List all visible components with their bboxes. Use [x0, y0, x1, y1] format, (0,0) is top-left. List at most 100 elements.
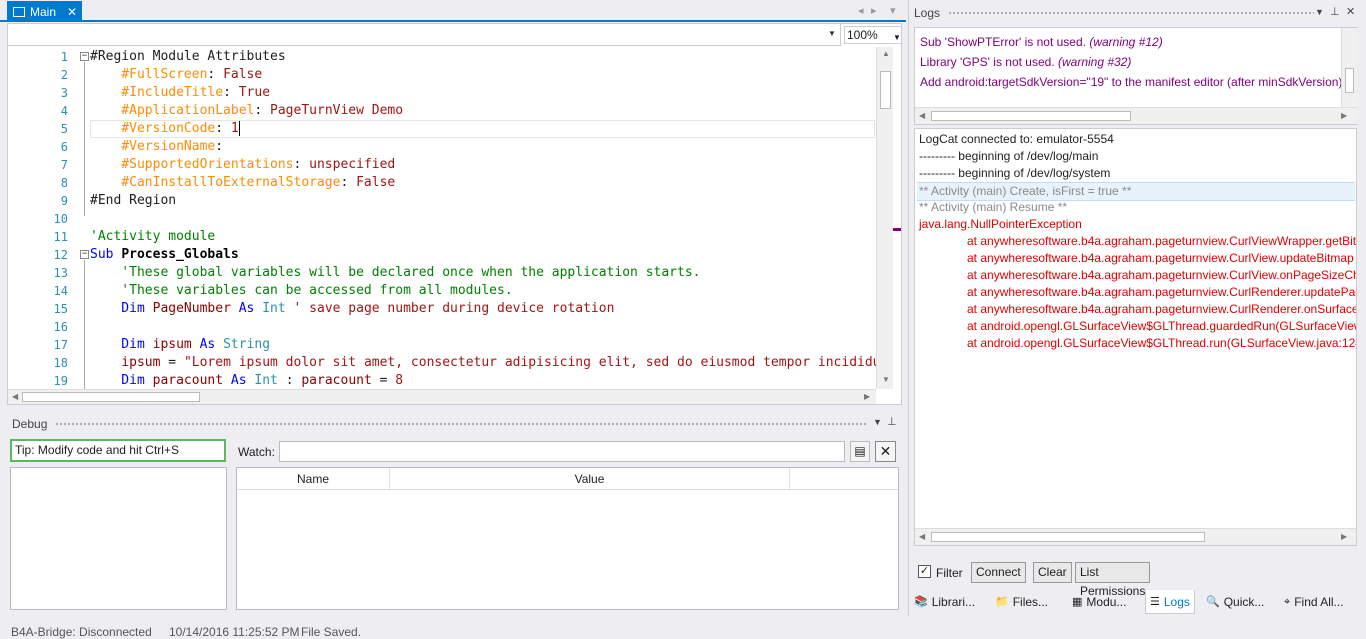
column-value[interactable]: Value [390, 468, 790, 490]
code-area[interactable]: 1− #Region Module Attributes 2 #FullScreen… [8, 47, 876, 389]
watch-input[interactable] [279, 441, 845, 462]
tab-label: Logs [1163, 595, 1190, 609]
logcat-line[interactable]: at anywheresoftware.b4a.agraham.pageturn… [967, 267, 1356, 284]
code-line[interactable]: 9 #End Region [8, 192, 876, 210]
panel-splitter[interactable] [908, 0, 909, 616]
chevron-down-icon[interactable]: ▼ [873, 417, 882, 427]
scroll-left-icon[interactable]: ◀ [919, 532, 925, 541]
column-name[interactable]: Name [237, 468, 390, 490]
logcat-list[interactable]: LogCat connected to: emulator-5554 ------… [914, 128, 1357, 546]
tab-scroll-left-icon[interactable]: ◂ [858, 4, 864, 17]
code-line[interactable]: 19 Dim paracount As Int : paracount = 8 [8, 372, 876, 389]
zoom-select[interactable]: 100% ▼ [844, 26, 902, 44]
code-line[interactable]: 7 #SupportedOrientations: unspecified [8, 156, 876, 174]
clear-logs-button[interactable]: Clear [1033, 562, 1072, 583]
warning-item[interactable]: Add android:targetSdkVersion="19" to the… [920, 75, 1345, 89]
code-line[interactable]: 13 'These global variables will be decla… [8, 264, 876, 282]
connect-button[interactable]: Connect [971, 562, 1026, 583]
warnings-horizontal-scrollbar[interactable]: ◀ ▶ [915, 107, 1357, 124]
calculator-button[interactable]: ▤ [850, 441, 870, 462]
scroll-thumb[interactable] [1345, 68, 1354, 93]
code-line[interactable]: 2 #FullScreen: False [8, 66, 876, 84]
scroll-thumb[interactable] [880, 71, 891, 109]
logcat-line[interactable]: --------- beginning of /dev/log/main [919, 148, 1098, 165]
logcat-line[interactable]: ** Activity (main) Resume ** [919, 199, 1067, 216]
logcat-horizontal-scrollbar[interactable]: ◀ ▶ [915, 528, 1356, 545]
editor-horizontal-scrollbar[interactable]: ◀ ▶ [8, 389, 876, 404]
code-line[interactable]: 5 #VersionCode: 1 [8, 120, 876, 138]
tab-dropdown-icon[interactable]: ▾ [890, 4, 896, 17]
logcat-line[interactable]: at anywheresoftware.b4a.agraham.pageturn… [967, 301, 1356, 318]
pin-icon[interactable]: ⊥ [1330, 5, 1340, 18]
logcat-line[interactable]: LogCat connected to: emulator-5554 [919, 131, 1114, 148]
code-line[interactable]: 11 'Activity module [8, 228, 876, 246]
scroll-left-icon[interactable]: ◀ [919, 111, 925, 120]
code-token: 'These variables can be accessed from al… [90, 283, 513, 298]
editor-vertical-scrollbar[interactable]: ▲ ▼ [876, 47, 893, 389]
logcat-line[interactable]: java.lang.NullPointerException [919, 216, 1082, 233]
logs-title: Logs [914, 6, 941, 20]
code-line[interactable]: 17 Dim ipsum As String [8, 336, 876, 354]
scroll-left-icon[interactable]: ◀ [12, 392, 18, 401]
tab-main[interactable]: Main ✕ [7, 1, 82, 22]
list-permissions-button[interactable]: List Permissions [1075, 562, 1151, 598]
scroll-right-icon[interactable]: ▶ [864, 392, 870, 401]
code-editor[interactable]: ▼ 100% ▼ 1− #Region Module Attributes 2 #F… [7, 23, 902, 405]
close-icon[interactable]: ✕ [67, 5, 77, 19]
pin-icon[interactable]: ⊥ [887, 415, 897, 428]
sub-selector-dropdown[interactable]: ▼ [8, 24, 841, 46]
logcat-line[interactable]: at android.opengl.GLSurfaceView$GLThread… [967, 335, 1356, 352]
tab-modules[interactable]: ▦ Modu... [1072, 590, 1126, 614]
code-line[interactable]: 18 ipsum = "Lorem ipsum dolor sit amet, … [8, 354, 876, 372]
tab-quick[interactable]: 🔍 Quick... [1206, 590, 1264, 614]
panel-grip[interactable] [948, 11, 1314, 16]
logcat-line[interactable]: at anywheresoftware.b4a.agraham.pageturn… [967, 284, 1356, 301]
warnings-vertical-scrollbar[interactable] [1341, 28, 1357, 107]
tab-files[interactable]: 📁 Files... [995, 590, 1048, 614]
code-token: "Lorem ipsum dolor sit amet, consectetur… [183, 355, 876, 370]
scroll-up-icon[interactable]: ▲ [882, 49, 890, 58]
code-token: Int [254, 373, 286, 388]
tab-logs[interactable]: ☰ Logs [1145, 590, 1195, 614]
code-line[interactable]: 3 #IncludeTitle: True [8, 84, 876, 102]
tab-libraries[interactable]: 📚 Librari... [914, 590, 975, 614]
fold-toggle-icon[interactable]: − [80, 250, 89, 259]
scroll-thumb[interactable] [931, 111, 1131, 121]
clear-watch-button[interactable]: ✕ [875, 441, 896, 462]
warning-item[interactable]: Library 'GPS' is not used. (warning #32) [920, 55, 1131, 69]
watch-table[interactable]: Name Value [236, 467, 899, 610]
scroll-down-icon[interactable]: ▼ [882, 375, 890, 384]
logcat-line[interactable]: at anywheresoftware.b4a.agraham.pageturn… [967, 250, 1354, 267]
panel-grip[interactable] [55, 422, 867, 427]
code-line[interactable]: 16 [8, 318, 876, 336]
scroll-right-icon[interactable]: ▶ [1341, 111, 1347, 120]
filter-checkbox[interactable]: ✓ [918, 565, 931, 578]
status-message: File Saved. [301, 625, 362, 639]
scroll-thumb[interactable] [22, 392, 200, 402]
line-number: 18 [53, 356, 68, 370]
code-line[interactable]: 6 #VersionName: [8, 138, 876, 156]
line-number: 15 [53, 302, 68, 316]
warning-item[interactable]: Sub 'ShowPTError' is not used. (warning … [920, 35, 1163, 49]
warnings-list[interactable]: Sub 'ShowPTError' is not used. (warning … [914, 27, 1357, 125]
code-line[interactable]: 8 #CanInstallToExternalStorage: False [8, 174, 876, 192]
chevron-down-icon[interactable]: ▼ [1315, 7, 1324, 17]
scroll-thumb[interactable] [931, 532, 1205, 542]
code-line[interactable]: 4 #ApplicationLabel: PageTurnView Demo [8, 102, 876, 120]
code-token: 1 [230, 121, 239, 136]
debug-variables-list[interactable] [10, 467, 227, 610]
code-line[interactable]: 15 Dim PageNumber As Int ' save page num… [8, 300, 876, 318]
code-line[interactable]: 1 − #Region Module Attributes [8, 48, 876, 66]
close-icon[interactable]: ✕ [1346, 5, 1355, 18]
code-token: 'Activity module [90, 229, 216, 244]
code-line[interactable]: 10 [8, 210, 876, 228]
scroll-right-icon[interactable]: ▶ [1341, 532, 1347, 541]
code-line[interactable]: 14 'These variables can be accessed from… [8, 282, 876, 300]
tab-scroll-right-icon[interactable]: ▸ [871, 4, 877, 17]
logcat-line[interactable]: at android.opengl.GLSurfaceView$GLThread… [967, 318, 1356, 335]
code-line[interactable]: 12 − Sub Process_Globals [8, 246, 876, 264]
tab-find-all[interactable]: ⌖ Find All... [1284, 590, 1344, 614]
logcat-line[interactable]: --------- beginning of /dev/log/system [919, 165, 1110, 182]
fold-toggle-icon[interactable]: − [80, 52, 89, 61]
logcat-line[interactable]: at anywheresoftware.b4a.agraham.pageturn… [967, 233, 1356, 250]
